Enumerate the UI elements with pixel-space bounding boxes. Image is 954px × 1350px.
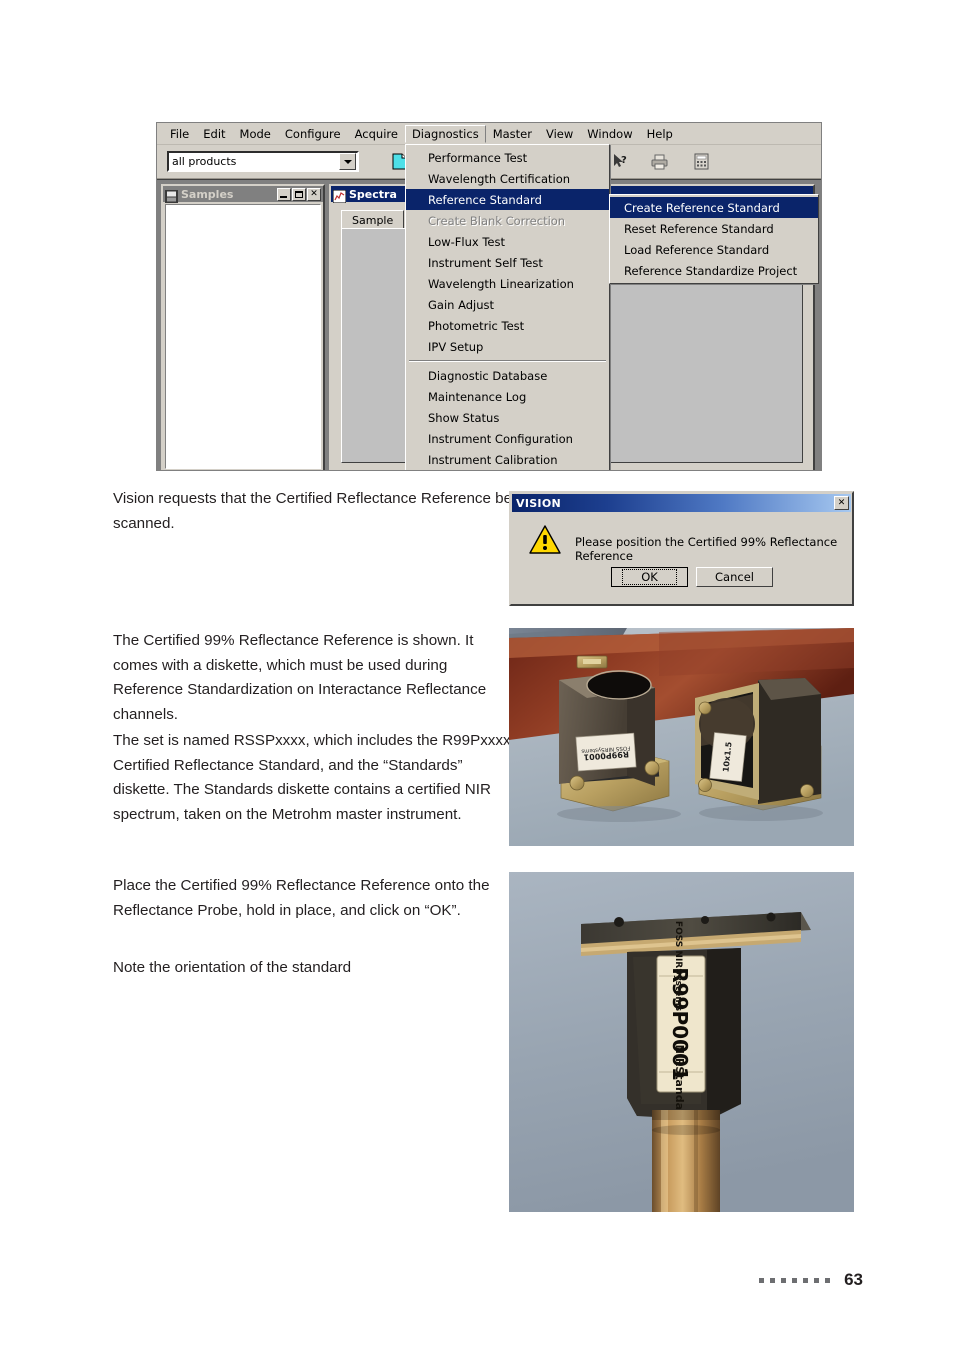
menu-item-reference-standard[interactable]: Reference Standard <box>406 189 609 210</box>
menu-item-maintenance-log[interactable]: Maintenance Log <box>406 386 609 407</box>
menu-diagnostics[interactable]: Diagnostics <box>404 124 486 143</box>
product-filter-value: all products <box>172 155 237 168</box>
menu-item-create-blank-correction: Create Blank Correction <box>428 213 566 228</box>
paragraph-place-the-reference: Place the Certified 99% Reflectance Refe… <box>113 877 490 919</box>
paragraph-vision-requests: Vision requests that the Certified Refle… <box>113 490 513 532</box>
menu-help[interactable]: Help <box>640 125 680 143</box>
menu-item-reference-standardize-project[interactable]: Reference Standardize Project <box>610 260 818 281</box>
vision-application-window: File Edit Mode Configure Acquire Diagnos… <box>156 122 822 471</box>
spectra-window-icon <box>332 188 347 203</box>
menu-item-low-flux-test[interactable]: Low-Flux Test <box>406 231 609 252</box>
footer-dot <box>825 1277 831 1283</box>
close-icon[interactable]: ✕ <box>834 496 849 510</box>
page-number: 63 <box>844 1270 863 1289</box>
menu-item-instrument-self-test[interactable]: Instrument Self Test <box>406 252 609 273</box>
svg-text:FOSS NIRSystems: FOSS NIRSystems <box>673 921 683 1011</box>
menu-item-wavelength-linearization[interactable]: Wavelength Linearization <box>406 273 609 294</box>
footer-dot <box>781 1277 787 1283</box>
menu-acquire[interactable]: Acquire <box>348 125 405 143</box>
chevron-down-icon[interactable] <box>339 153 356 170</box>
menu-item-create-reference-standard[interactable]: Create Reference Standard <box>610 197 818 218</box>
paragraph-certified-reference-shown: The Certified 99% Reflectance Reference … <box>113 632 487 723</box>
vision-dialog: VISION ✕ Please position the Certified 9… <box>509 491 854 606</box>
menu-item-diagnostic-database[interactable]: Diagnostic Database <box>406 365 609 386</box>
tab-sample[interactable]: Sample <box>341 210 405 229</box>
reference-standard-submenu[interactable]: Create Reference Standard Reset Referenc… <box>609 194 819 284</box>
vision-dialog-message: Please position the Certified 99% Reflec… <box>575 535 838 563</box>
svg-text:?: ? <box>621 155 627 166</box>
ok-button-label: OK <box>622 569 677 585</box>
spectra-tabstrip: Sample <box>341 210 407 229</box>
footer-dot <box>814 1277 820 1283</box>
help-pointer-icon[interactable]: ? <box>609 150 632 173</box>
menu-item-reset-reference-standard[interactable]: Reset Reference Standard <box>610 218 818 239</box>
samples-window-title: Samples <box>181 187 234 201</box>
menu-item-gain-adjust[interactable]: Gain Adjust <box>406 294 609 315</box>
menu-bar: File Edit Mode Configure Acquire Diagnos… <box>157 123 821 145</box>
menu-window[interactable]: Window <box>580 125 639 143</box>
paragraph-set-named-rssp: The set is named RSSPxxxx, which include… <box>113 732 511 823</box>
menu-file[interactable]: File <box>163 125 196 143</box>
reflectance-standard-on-probe-photo: NIRStandard R99P0001 FOSS NIRSystems <box>509 872 854 1212</box>
diagnostics-dropdown-menu[interactable]: Performance Test Wavelength Certificatio… <box>405 144 610 470</box>
footer-dots <box>759 1277 831 1283</box>
samples-window-buttons: ✕ <box>277 187 321 201</box>
menu-edit[interactable]: Edit <box>196 125 232 143</box>
maximize-button[interactable] <box>292 187 306 201</box>
close-icon[interactable]: ✕ <box>307 187 321 201</box>
samples-window[interactable]: Samples ✕ <box>161 184 325 470</box>
product-filter-combobox[interactable]: all products <box>167 151 359 172</box>
menu-item-performance-test[interactable]: Performance Test <box>406 147 609 168</box>
menu-item-load-reference-standard[interactable]: Load Reference Standard <box>610 239 818 260</box>
footer-dot <box>803 1277 809 1283</box>
menu-configure[interactable]: Configure <box>278 125 348 143</box>
calculator-icon[interactable] <box>690 150 713 173</box>
page-footer: 63 <box>0 1265 954 1295</box>
menu-view[interactable]: View <box>539 125 580 143</box>
warning-icon <box>529 525 561 555</box>
footer-dot <box>792 1277 798 1283</box>
menu-item-instrument-configuration[interactable]: Instrument Configuration <box>406 428 609 449</box>
menu-item-ipv-setup[interactable]: IPV Setup <box>406 336 609 357</box>
reflectance-standard-set-photo: FOSS NIRSystems R99P0001 10x1.5 <box>509 628 854 846</box>
menu-separator <box>409 360 606 362</box>
paragraph-note-orientation: Note the orientation of the standard <box>113 959 352 976</box>
footer-dot <box>770 1277 776 1283</box>
samples-window-icon <box>165 188 178 203</box>
samples-titlebar[interactable]: Samples ✕ <box>163 186 323 203</box>
menu-item-instrument-calibration[interactable]: Instrument Calibration <box>406 449 609 470</box>
cancel-button[interactable]: Cancel <box>696 567 773 587</box>
vision-dialog-titlebar[interactable]: VISION ✕ <box>512 494 851 512</box>
footer-dot <box>759 1277 765 1283</box>
menu-master[interactable]: Master <box>486 125 539 143</box>
menu-item-show-status[interactable]: Show Status <box>406 407 609 428</box>
ok-button[interactable]: OK <box>611 567 688 587</box>
minimize-button[interactable] <box>277 187 291 201</box>
vision-dialog-title: VISION <box>516 496 561 510</box>
print-icon[interactable] <box>648 150 671 173</box>
samples-list[interactable] <box>165 204 321 469</box>
menu-item-wavelength-certification[interactable]: Wavelength Certification <box>406 168 609 189</box>
menu-mode[interactable]: Mode <box>233 125 278 143</box>
menu-item-photometric-test[interactable]: Photometric Test <box>406 315 609 336</box>
